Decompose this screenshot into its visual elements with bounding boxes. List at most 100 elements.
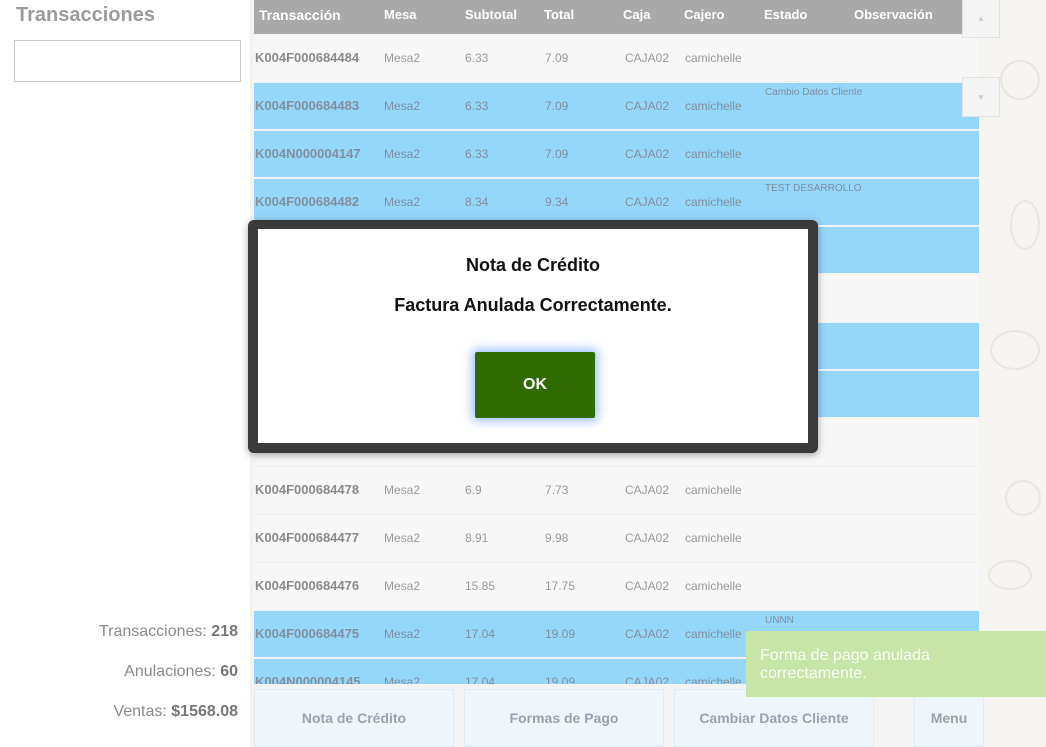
cell-total: 9.98 (545, 531, 569, 545)
table-row[interactable]: K004F000684477 Mesa2 8.91 9.98 CAJA02 camiche… (254, 515, 979, 561)
dialog-title: Nota de Crédito (465, 255, 600, 275)
sidebar-title: Transacciones (16, 4, 155, 26)
stat-value: 60 (220, 663, 238, 680)
cell-subtotal: 15.85 (465, 579, 496, 593)
scroll-down-button[interactable]: ▼ (962, 77, 1000, 117)
cell-caja: CAJA02 (625, 51, 670, 65)
cell-cajero: camichelle (685, 627, 742, 641)
formas-pago-button[interactable]: Formas de Pago (464, 689, 664, 747)
cell-subtotal: 8.34 (465, 195, 489, 209)
cell-transaccion: K004F000684483 (255, 98, 360, 113)
stat-value: $1568.08 (171, 703, 238, 720)
header-estado: Estado (764, 7, 808, 22)
cell-caja: CAJA02 (625, 195, 670, 209)
cell-cajero: camichelle (685, 483, 742, 497)
chevron-up-icon: ▲ (977, 14, 985, 23)
cell-mesa: Mesa2 (384, 627, 421, 641)
cell-observacion: UNNN (765, 615, 794, 626)
cell-transaccion: K004F000684482 (255, 194, 360, 209)
scroll-up-button[interactable]: ▲ (962, 0, 1000, 38)
cell-total: 7.09 (545, 147, 569, 161)
cell-caja: CAJA02 (625, 579, 670, 593)
cell-mesa: Mesa2 (384, 483, 421, 497)
header-transaccion: Transacción (259, 7, 341, 23)
table-row[interactable]: K004F000684478 Mesa2 6.9 7.73 CAJA02 camichel… (254, 467, 979, 513)
alert-dialog: Nota de Crédito Factura Anulada Correcta… (248, 220, 818, 453)
table-row[interactable]: K004F000684476 Mesa2 15.85 17.75 CAJA02 camic… (254, 563, 979, 609)
table-row[interactable]: K004N000004147 Mesa2 6.33 7.09 CAJA02 camiche… (254, 131, 979, 177)
alert-dialog-body: Nota de Crédito Factura Anulada Correcta… (258, 229, 808, 443)
cell-cajero: camichelle (685, 99, 742, 113)
cell-caja: CAJA02 (625, 627, 670, 641)
cell-cajero: camichelle (685, 147, 742, 161)
header-observacion: Observación (854, 7, 933, 22)
header-total: Total (544, 7, 575, 22)
cambiar-datos-cliente-button[interactable]: Cambiar Datos Cliente (674, 689, 874, 747)
cell-caja: CAJA02 (625, 147, 670, 161)
search-input[interactable] (14, 40, 241, 82)
cell-transaccion: K004F000684476 (255, 578, 360, 593)
cell-subtotal: 6.33 (465, 147, 489, 161)
sidebar: Transacciones Transacciones: 218 Anulaci… (0, 0, 250, 747)
stat-ventas: Ventas: $1568.08 (8, 703, 238, 721)
cell-cajero: camichelle (685, 675, 742, 684)
cell-subtotal: 17.04 (465, 627, 496, 641)
cell-transaccion: K004F000684477 (255, 530, 360, 545)
cell-total: 17.75 (545, 579, 576, 593)
cell-caja: CAJA02 (625, 483, 670, 497)
table-row[interactable]: K004F000684484 Mesa2 6.33 7.09 CAJA02 camiche… (254, 35, 979, 81)
stat-label: Transacciones: (98, 623, 212, 640)
menu-button[interactable]: Menu (914, 689, 984, 747)
bottom-toolbar: Nota de Crédito Formas de Pago Cambiar D… (254, 689, 984, 747)
cell-transaccion: K004F000684478 (255, 482, 360, 497)
cell-transaccion: K004N000004147 (255, 146, 361, 161)
cell-observacion: TEST DESARROLLO (765, 183, 862, 194)
chevron-down-icon: ▼ (977, 93, 985, 102)
cell-total: 9.34 (545, 195, 569, 209)
dialog-message: Factura Anulada Correctamente. (394, 295, 672, 315)
header-caja: Caja (623, 7, 651, 22)
cell-total: 7.09 (545, 51, 569, 65)
table-row[interactable]: K004F000684482 Mesa2 8.34 9.34 CAJA02 camiche… (254, 179, 979, 225)
table-row[interactable]: K004F000684483 Mesa2 6.33 7.09 CAJA02 camiche… (254, 83, 979, 129)
cell-transaccion: K004N000004145 (255, 674, 361, 684)
cell-observacion: Cambio Datos Cliente (765, 87, 863, 98)
nota-credito-button[interactable]: Nota de Crédito (254, 689, 454, 747)
cell-subtotal: 8.91 (465, 531, 489, 545)
stat-label: Ventas: (113, 703, 172, 720)
cell-cajero: camichelle (685, 579, 742, 593)
cell-mesa: Mesa2 (384, 675, 421, 684)
header-cajero: Cajero (684, 7, 725, 22)
cell-transaccion: K004F000684475 (255, 626, 360, 641)
cell-mesa: Mesa2 (384, 531, 421, 545)
table-header: Transacción Mesa Subtotal Total Caja Caj… (254, 0, 979, 34)
cell-total: 7.09 (545, 99, 569, 113)
cell-mesa: Mesa2 (384, 195, 421, 209)
header-mesa: Mesa (384, 7, 417, 22)
cell-cajero: camichelle (685, 195, 742, 209)
cell-caja: CAJA02 (625, 531, 670, 545)
cell-subtotal: 6.33 (465, 51, 489, 65)
cell-caja: CAJA02 (625, 675, 670, 684)
cell-total: 19.09 (545, 675, 576, 684)
stat-anulaciones: Anulaciones: 60 (8, 663, 238, 681)
cell-mesa: Mesa2 (384, 51, 421, 65)
cell-mesa: Mesa2 (384, 99, 421, 113)
header-subtotal: Subtotal (465, 7, 517, 22)
cell-caja: CAJA02 (625, 99, 670, 113)
cell-cajero: camichelle (685, 531, 742, 545)
cell-subtotal: 17.04 (465, 675, 496, 684)
cell-transaccion: K004F000684484 (255, 50, 360, 65)
cell-mesa: Mesa2 (384, 147, 421, 161)
stat-transacciones: Transacciones: 218 (8, 623, 238, 641)
cell-mesa: Mesa2 (384, 579, 421, 593)
ok-button[interactable]: OK (475, 352, 595, 418)
cell-subtotal: 6.33 (465, 99, 489, 113)
cell-total: 7.73 (545, 483, 569, 497)
cell-subtotal: 6.9 (465, 483, 482, 497)
stat-value: 218 (211, 623, 238, 640)
toast-notification: Forma de pago anulada correctamente. (746, 631, 1046, 697)
cell-cajero: camichelle (685, 51, 742, 65)
stat-label: Anulaciones: (124, 663, 221, 680)
cell-total: 19.09 (545, 627, 576, 641)
